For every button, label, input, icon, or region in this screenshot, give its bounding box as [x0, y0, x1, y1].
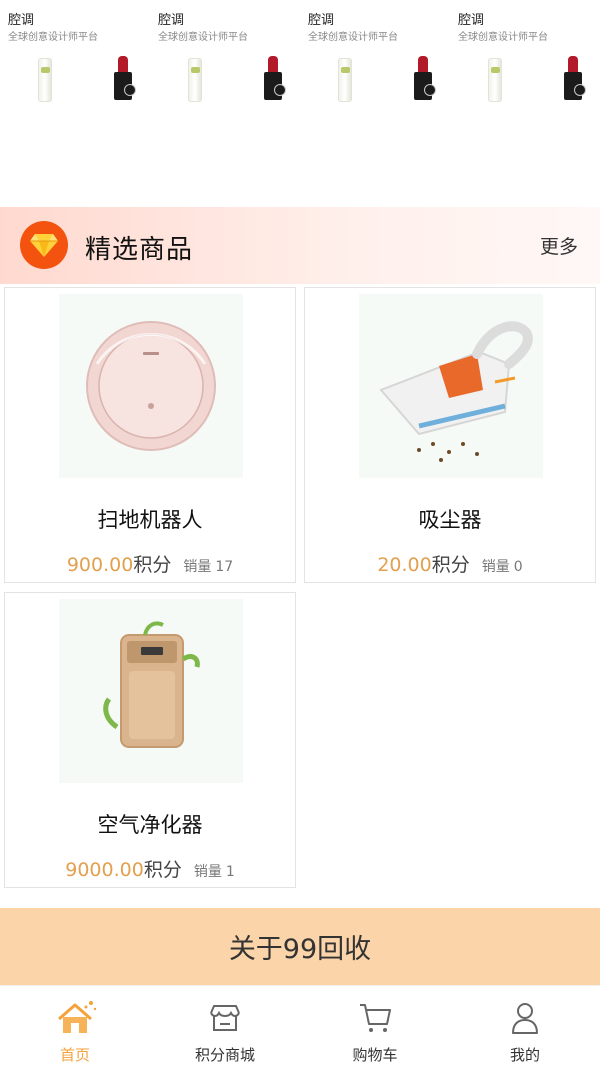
sales-count: 0 — [513, 559, 523, 575]
banner-title: 腔调 — [308, 13, 335, 28]
cream-tube-image — [38, 58, 52, 102]
price-unit: 积分 — [431, 554, 470, 576]
banner-title: 腔调 — [458, 13, 485, 28]
featured-section-header: 精选商品 更多 — [0, 207, 600, 284]
about-button[interactable]: 关于99回收 — [0, 908, 600, 985]
banner-strip: 腔调 全球创意设计师平台 腔调 全球创意设计师平台 腔调 全球创意设计师平台 腔… — [0, 0, 600, 205]
nav-label: 购物车 — [352, 1046, 398, 1064]
product-name: 空气净化器 — [97, 813, 203, 837]
product-name: 扫地机器人 — [97, 508, 203, 532]
product-card[interactable]: 吸尘器 20.00积分 销量 0 — [304, 287, 596, 583]
sales-count: 17 — [215, 559, 234, 575]
product-price: 20.00 — [377, 554, 432, 576]
product-meta: 9000.00积分 销量 1 — [5, 855, 295, 882]
banner-product-images — [8, 52, 150, 112]
banner-card[interactable]: 腔调 全球创意设计师平台 — [0, 0, 150, 120]
robot-vacuum-image — [59, 294, 243, 478]
price-unit: 积分 — [143, 859, 182, 881]
nav-label: 我的 — [509, 1046, 540, 1064]
home-icon — [51, 1000, 99, 1036]
product-card[interactable]: 扫地机器人 900.00积分 销量 17 — [4, 287, 296, 583]
nav-item-store[interactable]: 积分商城 — [150, 986, 300, 1067]
nav-label: 积分商城 — [194, 1046, 255, 1064]
product-meta: 900.00积分 销量 17 — [5, 550, 295, 577]
banner-subtitle: 全球创意设计师平台 — [158, 32, 248, 43]
section-title: 精选商品 — [85, 235, 194, 265]
price-unit: 积分 — [133, 554, 172, 576]
product-card[interactable]: 空气净化器 9000.00积分 销量 1 — [4, 592, 296, 888]
sales-label: 销量 — [481, 559, 510, 575]
sales-label: 销量 — [183, 559, 212, 575]
cream-tube-image — [338, 58, 352, 102]
banner-subtitle: 全球创意设计师平台 — [308, 32, 398, 43]
product-meta: 20.00积分 销量 0 — [305, 550, 595, 577]
cream-tube-image — [188, 58, 202, 102]
nav-item-cart[interactable]: 购物车 — [300, 986, 450, 1067]
lipstick-image — [112, 56, 136, 104]
product-price: 900.00 — [66, 554, 134, 576]
user-icon — [510, 1000, 540, 1036]
banner-title: 腔调 — [158, 13, 185, 28]
banner-card[interactable]: 腔调 全球创意设计师平台 — [150, 0, 300, 120]
banner-subtitle: 全球创意设计师平台 — [458, 32, 548, 43]
nav-label: 首页 — [59, 1046, 90, 1064]
product-name: 吸尘器 — [418, 508, 482, 532]
bottom-nav: 首页 积分商城 购物车 我的 — [0, 985, 600, 1067]
banner-title: 腔调 — [8, 13, 35, 28]
handheld-vacuum-image — [359, 294, 543, 478]
banner-card[interactable]: 腔调 全球创意设计师平台 — [450, 0, 600, 120]
about-label: 关于99回收 — [228, 934, 372, 965]
air-purifier-image — [59, 599, 243, 783]
diamond-icon — [20, 221, 68, 269]
nav-item-home[interactable]: 首页 — [0, 986, 150, 1067]
banner-subtitle: 全球创意设计师平台 — [8, 32, 98, 43]
lipstick-image — [262, 56, 286, 104]
store-icon — [208, 1000, 242, 1036]
more-link[interactable]: 更多 — [540, 232, 578, 259]
sales-label: 销量 — [193, 864, 222, 880]
sales-count: 1 — [225, 864, 235, 880]
banner-product-images — [158, 52, 300, 112]
banner-card[interactable]: 腔调 全球创意设计师平台 — [300, 0, 450, 120]
cart-icon — [358, 1000, 392, 1036]
nav-item-profile[interactable]: 我的 — [450, 986, 600, 1067]
lipstick-image — [412, 56, 436, 104]
product-price: 9000.00 — [65, 859, 144, 881]
cream-tube-image — [488, 58, 502, 102]
lipstick-image — [562, 56, 586, 104]
banner-product-images — [308, 52, 450, 112]
banner-product-images — [458, 52, 600, 112]
